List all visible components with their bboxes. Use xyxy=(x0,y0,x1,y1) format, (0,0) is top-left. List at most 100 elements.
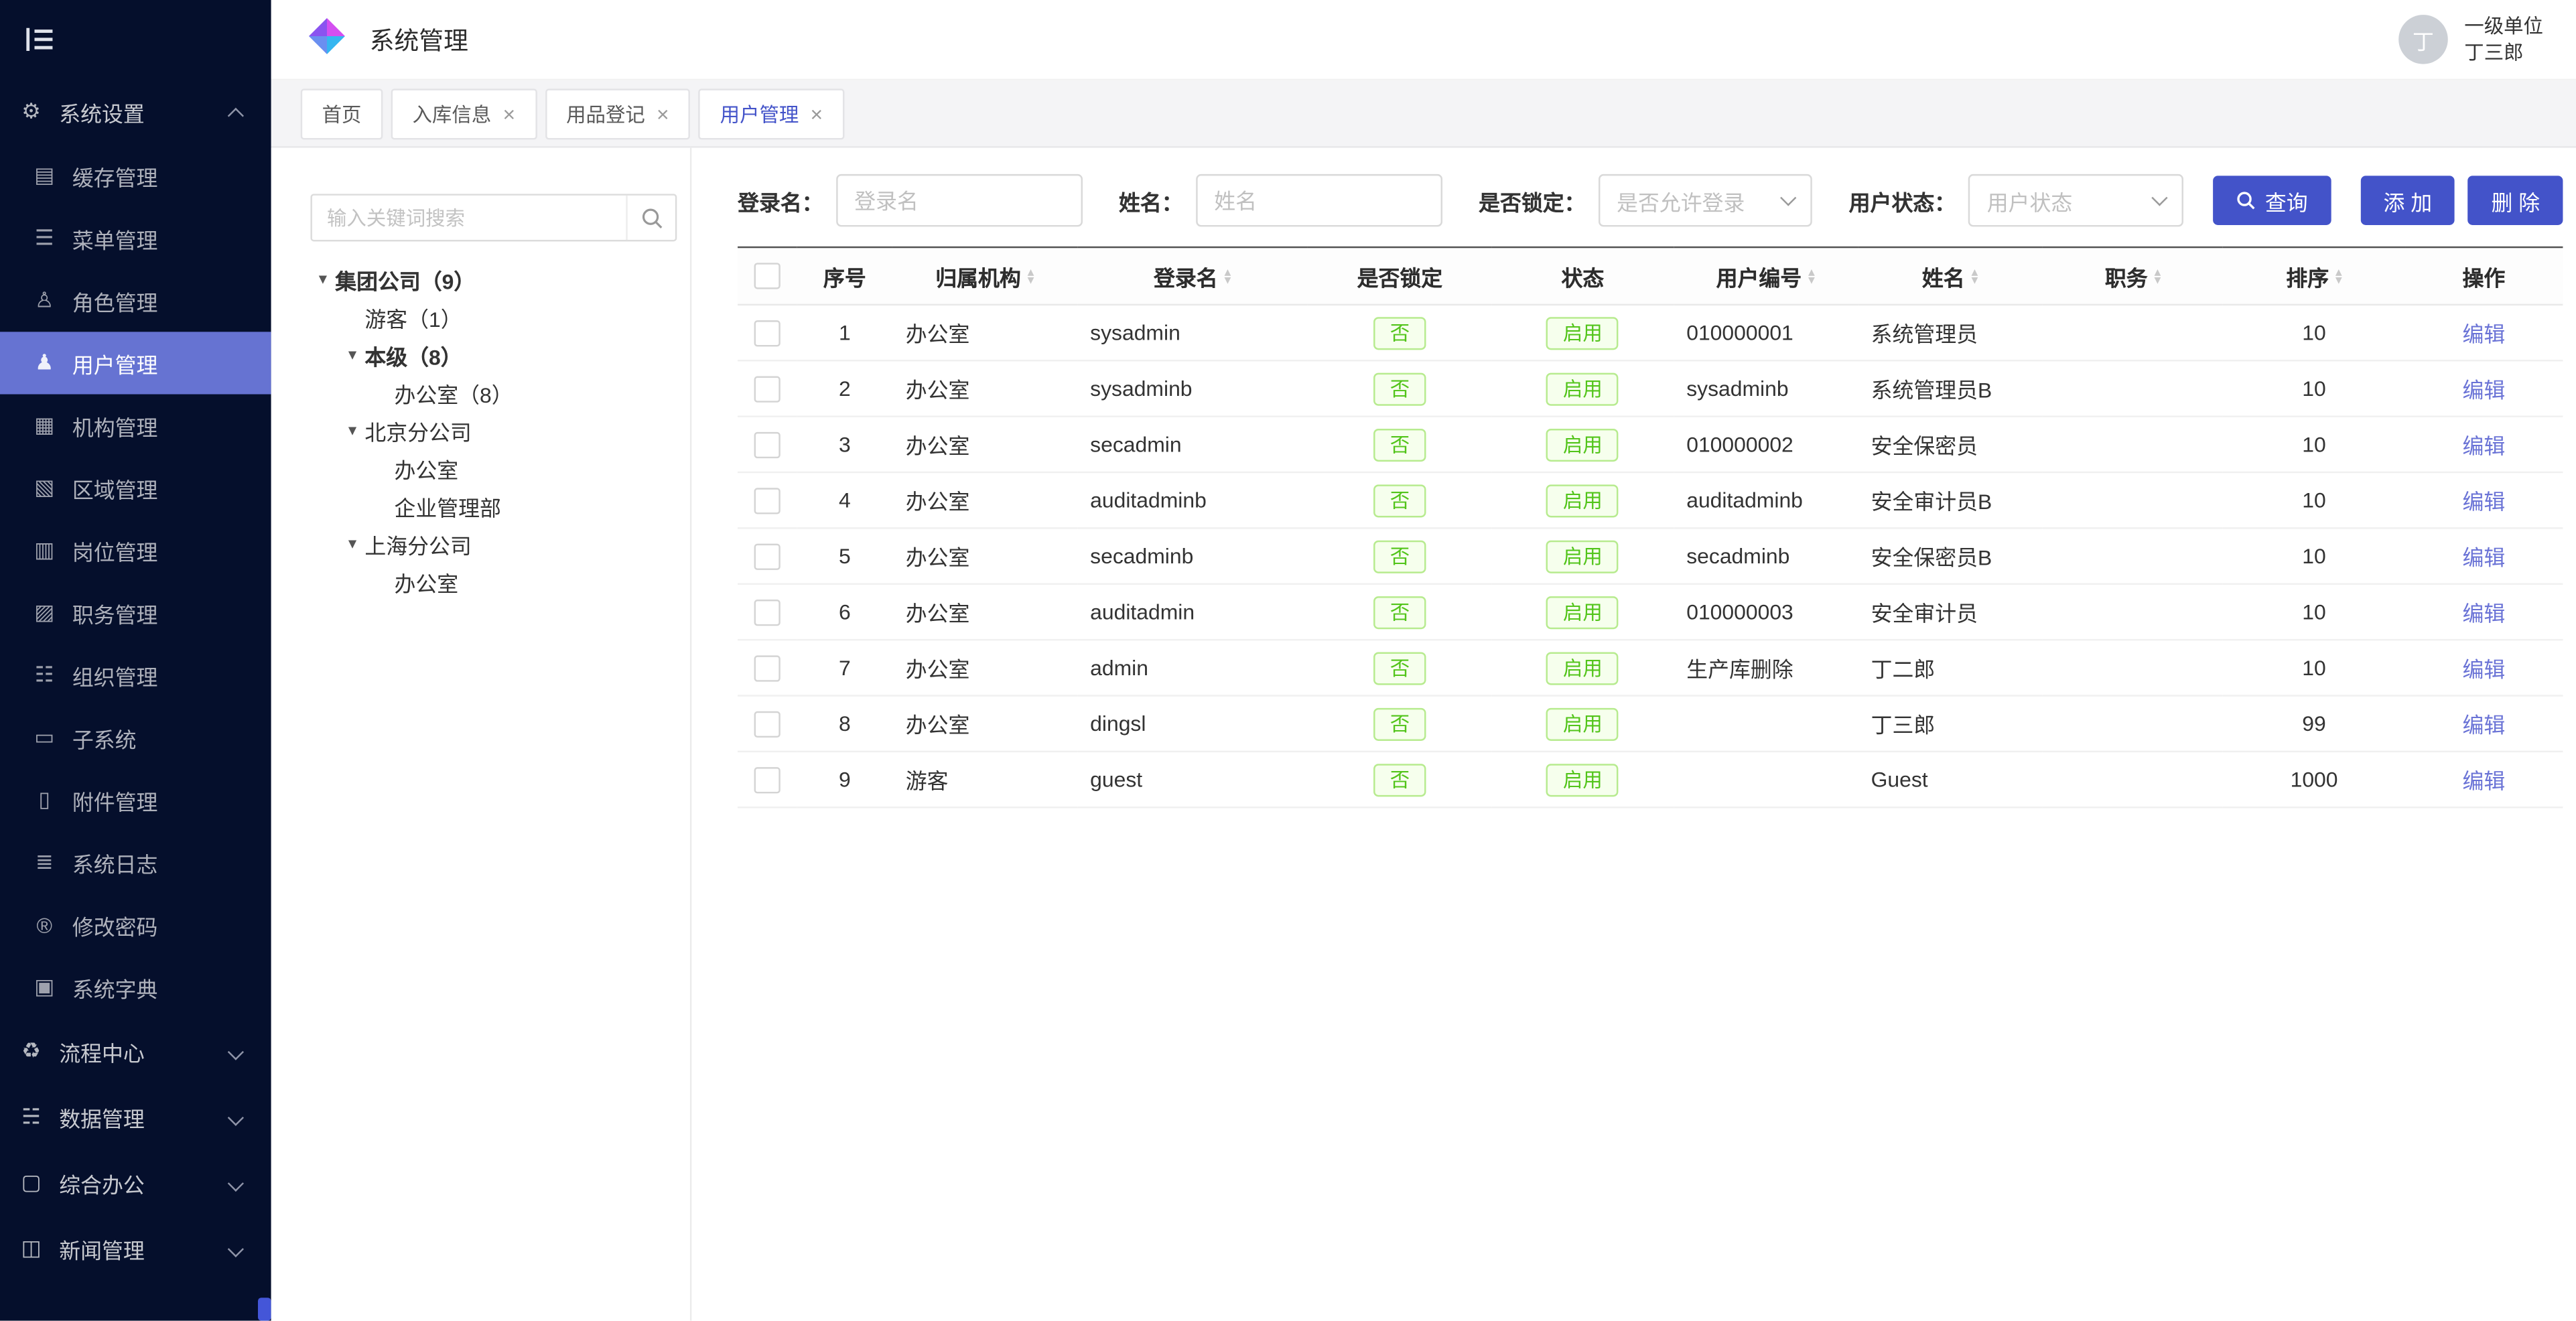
tree-node[interactable]: 办公室 xyxy=(301,450,690,488)
sidebar-section-office[interactable]: ▢综合办公 xyxy=(0,1150,271,1216)
sidebar-item-org-management[interactable]: ▦机构管理 xyxy=(0,395,271,457)
sort-icon[interactable]: ▴▾ xyxy=(2335,268,2342,285)
row-checkbox[interactable] xyxy=(754,543,781,569)
sidebar-item-region-management[interactable]: ▧区域管理 xyxy=(0,457,271,519)
sort-icon[interactable]: ▴▾ xyxy=(1028,268,1034,285)
sidebar-item-cache-management[interactable]: ▤缓存管理 xyxy=(0,145,271,207)
edit-link[interactable]: 编辑 xyxy=(2462,490,2505,514)
avatar[interactable]: 丁 xyxy=(2398,15,2448,64)
tree-node[interactable]: 办公室 xyxy=(301,563,690,601)
sidebar-scrollbar-thumb[interactable] xyxy=(258,1298,271,1320)
edit-link[interactable]: 编辑 xyxy=(2462,602,2505,626)
row-checkbox[interactable] xyxy=(754,320,781,346)
sort-icon[interactable]: ▴▾ xyxy=(1972,268,1978,285)
name-filter-input[interactable] xyxy=(1196,174,1442,226)
tree-node[interactable]: 游客（1） xyxy=(301,299,690,336)
user-icon: ♟ xyxy=(31,350,58,376)
collapse-sidebar-icon[interactable] xyxy=(26,28,52,51)
row-checkbox[interactable] xyxy=(754,376,781,402)
column-header-login[interactable]: 登录名▴▾ xyxy=(1077,247,1308,305)
sidebar-item-group-management[interactable]: ☷组织管理 xyxy=(0,644,271,706)
tree-search-input[interactable] xyxy=(312,206,626,229)
add-button[interactable]: 添 加 xyxy=(2360,176,2455,225)
select-all-checkbox[interactable] xyxy=(754,263,781,289)
tree-node[interactable]: 办公室（8） xyxy=(301,374,690,412)
row-checkbox[interactable] xyxy=(754,655,781,681)
sidebar-item-user-management[interactable]: ♟用户管理 xyxy=(0,332,271,394)
sidebar-item-subsystem[interactable]: ▭子系统 xyxy=(0,706,271,768)
close-icon[interactable]: × xyxy=(502,102,515,124)
tree-node[interactable]: ▾北京分公司 xyxy=(301,413,690,450)
sidebar-item-menu-management[interactable]: ☰菜单管理 xyxy=(0,207,271,269)
cell-code: 010000002 xyxy=(1674,417,1858,472)
sidebar-section-system-settings[interactable]: ⚙系统设置 xyxy=(0,79,271,145)
chevron-down-icon xyxy=(228,1241,244,1257)
row-checkbox-cell xyxy=(738,305,797,360)
tab-home[interactable]: 首页 xyxy=(301,88,383,139)
close-icon[interactable]: × xyxy=(657,102,669,124)
sidebar-section-data-management[interactable]: ☵数据管理 xyxy=(0,1084,271,1150)
filter-bar: 登录名： 姓名： 是否锁定： 是否允许登录 用户状态： 用户状态 xyxy=(738,148,2563,247)
edit-link[interactable]: 编辑 xyxy=(2462,657,2505,682)
caret-down-icon[interactable]: ▾ xyxy=(340,535,365,553)
tree-node[interactable]: ▾本级（8） xyxy=(301,337,690,374)
caret-down-icon[interactable]: ▾ xyxy=(340,346,365,364)
lock-filter-select[interactable]: 是否允许登录 xyxy=(1599,174,1813,226)
sidebar-item-system-dictionary[interactable]: ▣系统字典 xyxy=(0,956,271,1018)
delete-button[interactable]: 删 除 xyxy=(2468,176,2563,225)
sidebar-item-attachment-management[interactable]: ▯附件管理 xyxy=(0,769,271,831)
sidebar-section-news-management[interactable]: ◫新闻管理 xyxy=(0,1216,271,1281)
sidebar-item-change-password[interactable]: ®修改密码 xyxy=(0,894,271,956)
close-icon[interactable]: × xyxy=(811,102,823,124)
column-header-label: 序号 xyxy=(823,265,866,290)
tree-node[interactable]: ▾集团公司（9） xyxy=(301,261,690,299)
tab-supplies-registration[interactable]: 用品登记× xyxy=(545,88,690,139)
tab-user-management[interactable]: 用户管理× xyxy=(699,88,844,139)
cell-login: secadmin xyxy=(1077,417,1308,472)
caret-down-icon[interactable]: ▾ xyxy=(310,271,335,289)
login-filter-input[interactable] xyxy=(836,174,1083,226)
sidebar-item-duty-management[interactable]: ▨职务管理 xyxy=(0,581,271,644)
user-box[interactable]: 丁 一级单位 丁三郎 xyxy=(2398,13,2543,66)
sidebar-section-process-center[interactable]: ♻流程中心 xyxy=(0,1018,271,1084)
tree-node[interactable]: 企业管理部 xyxy=(301,488,690,525)
sidebar-item-role-management[interactable]: ♙角色管理 xyxy=(0,269,271,332)
tree-node[interactable]: ▾上海分公司 xyxy=(301,526,690,563)
edit-link[interactable]: 编辑 xyxy=(2462,433,2505,458)
sort-icon[interactable]: ▴▾ xyxy=(1808,268,1815,285)
locked-badge: 否 xyxy=(1373,484,1426,516)
edit-link[interactable]: 编辑 xyxy=(2462,769,2505,794)
edit-link[interactable]: 编辑 xyxy=(2462,713,2505,738)
sort-icon[interactable]: ▴▾ xyxy=(1224,268,1231,285)
row-checkbox[interactable] xyxy=(754,488,781,514)
row-checkbox[interactable] xyxy=(754,600,781,626)
sidebar-item-system-log[interactable]: ≣系统日志 xyxy=(0,831,271,894)
sort-icon[interactable]: ▴▾ xyxy=(2154,268,2161,285)
tree-search-button[interactable] xyxy=(626,196,675,240)
column-header-label: 状态 xyxy=(1561,265,1604,290)
edit-link[interactable]: 编辑 xyxy=(2462,545,2505,570)
column-header-name[interactable]: 姓名▴▾ xyxy=(1858,247,2042,305)
chevron-up-icon xyxy=(228,107,244,123)
column-header-checkbox[interactable] xyxy=(738,247,797,305)
row-checkbox[interactable] xyxy=(754,431,781,458)
status-filter-select[interactable]: 用户状态 xyxy=(1969,174,2183,226)
row-checkbox[interactable] xyxy=(754,711,781,737)
sidebar-item-post-management[interactable]: ▥岗位管理 xyxy=(0,519,271,581)
sidebar: ⚙系统设置▤缓存管理☰菜单管理♙角色管理♟用户管理▦机构管理▧区域管理▥岗位管理… xyxy=(0,0,271,1321)
column-header-code[interactable]: 用户编号▴▾ xyxy=(1674,247,1858,305)
edit-link[interactable]: 编辑 xyxy=(2462,378,2505,403)
column-header-sort[interactable]: 排序▴▾ xyxy=(2224,247,2404,305)
column-header-duty[interactable]: 职务▴▾ xyxy=(2042,247,2223,305)
caret-down-icon[interactable]: ▾ xyxy=(340,422,365,440)
login-filter-label: 登录名： xyxy=(738,185,823,216)
org-tree-panel: ▾集团公司（9）游客（1）▾本级（8）办公室（8）▾北京分公司办公室企业管理部▾… xyxy=(301,148,692,1321)
row-checkbox[interactable] xyxy=(754,767,781,793)
edit-link[interactable]: 编辑 xyxy=(2462,322,2505,347)
column-header-org[interactable]: 归属机构▴▾ xyxy=(892,247,1077,305)
tab-inbound-info[interactable]: 入库信息× xyxy=(391,88,537,139)
status-badge: 启用 xyxy=(1546,596,1619,628)
cell-login: secadminb xyxy=(1077,528,1308,583)
search-button[interactable]: 查询 xyxy=(2212,176,2331,225)
cell-org: 办公室 xyxy=(892,417,1077,472)
